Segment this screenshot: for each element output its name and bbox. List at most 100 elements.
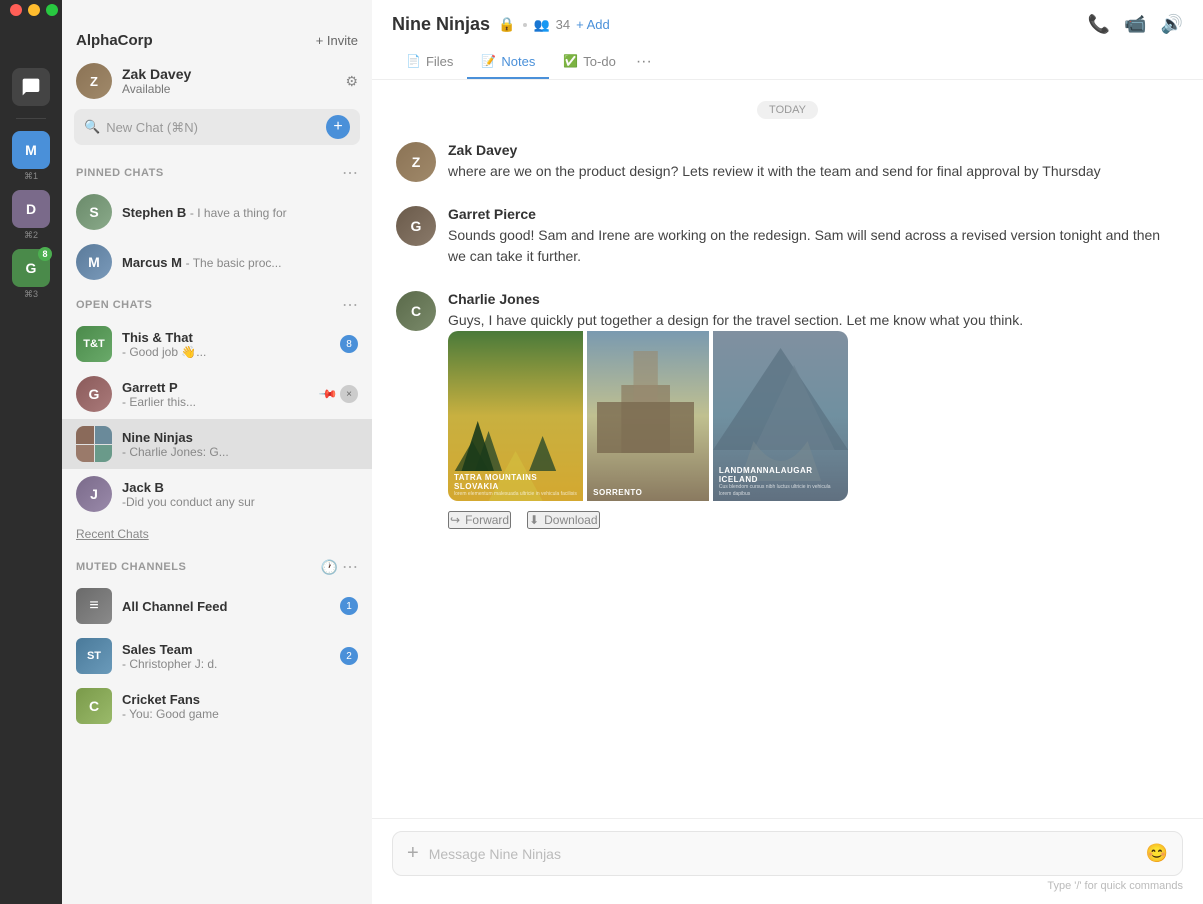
image-title-1: TATRA MOUNTAINS	[454, 473, 577, 482]
avatar: Z	[396, 142, 436, 182]
image-subtitle-1: SLOVAKIA	[454, 482, 577, 491]
workspace-1[interactable]: M ⌘1	[12, 131, 50, 182]
chat-preview: - Earlier this...	[122, 395, 311, 409]
user-avatar: Z	[76, 63, 112, 99]
download-button[interactable]: ⬇ Download	[527, 511, 599, 529]
avatar: J	[76, 476, 112, 512]
list-item[interactable]: S Stephen B - I have a thing for	[62, 187, 372, 237]
message-text: Sounds good! Sam and Irene are working o…	[448, 225, 1179, 267]
date-label: TODAY	[757, 101, 818, 119]
muted-channels-actions: 🕐 ⋯	[321, 557, 358, 577]
message-actions: ↪ Forward ⬇ Download	[448, 511, 1179, 529]
settings-gear-icon[interactable]: ⚙	[345, 73, 358, 90]
add-attachment-button[interactable]: +	[407, 842, 419, 865]
pinned-chats-more[interactable]: ⋯	[342, 163, 358, 183]
chat-content: Stephen B - I have a thing for	[122, 205, 358, 220]
message-content: Zak Davey where are we on the product de…	[448, 142, 1179, 182]
workspace-3[interactable]: G 8 ⌘3	[12, 249, 50, 300]
todo-tab-icon: ✅	[563, 54, 578, 68]
avatar: C	[396, 291, 436, 331]
image-collage: TATRA MOUNTAINS SLOVAKIA lorem elementum…	[448, 331, 848, 501]
list-item[interactable]: ≡ All Channel Feed 1	[62, 581, 372, 631]
recent-chats-link[interactable]: Recent Chats	[62, 519, 372, 549]
avatar: ≡	[76, 588, 112, 624]
chat-content: All Channel Feed	[122, 599, 330, 614]
list-item[interactable]: Nine Ninjas - Charlie Jones: G...	[62, 419, 372, 469]
input-area: + 😊 Type '/' for quick commands	[372, 818, 1203, 904]
message-input[interactable]	[429, 846, 1136, 862]
tab-files[interactable]: 📄 Files	[392, 45, 467, 79]
message-content: Garret Pierce Sounds good! Sam and Irene…	[448, 206, 1179, 267]
list-item[interactable]: T&T This & That - Good job 👋... 8	[62, 319, 372, 369]
pinned-chats-title: PINNED CHATS	[76, 167, 164, 179]
chat-preview: - Good job 👋...	[122, 345, 330, 359]
message-sender: Charlie Jones	[448, 291, 1179, 307]
table-row: Z Zak Davey where are we on the product …	[396, 142, 1179, 182]
open-chats-more[interactable]: ⋯	[342, 295, 358, 315]
message-content: Charlie Jones Guys, I have quickly put t…	[448, 291, 1179, 529]
image-overlay-2: SORRENTO	[587, 482, 709, 501]
chat-name: Jack B	[122, 480, 358, 495]
image-overlay-3: LANDMANNALAUGAR ICELAND Cus blendom curs…	[713, 460, 848, 501]
search-bar: 🔍 +	[74, 109, 360, 145]
tab-notes[interactable]: 📝 Notes	[467, 45, 549, 79]
traffic-light-close[interactable]	[10, 4, 22, 16]
muted-channels-header: MUTED CHANNELS 🕐 ⋯	[62, 549, 372, 581]
chat-content: Cricket Fans - You: Good game	[122, 692, 358, 721]
chat-name: Nine Ninjas	[122, 430, 358, 445]
forward-icon: ↪	[450, 513, 460, 527]
list-item[interactable]: ST Sales Team - Christopher J: d. 2	[62, 631, 372, 681]
search-icon: 🔍	[84, 119, 100, 135]
chat-name: This & That	[122, 330, 330, 345]
workspace-2[interactable]: D ⌘2	[12, 190, 50, 241]
close-chat-button[interactable]: ×	[340, 385, 358, 403]
chat-name: Garrett P	[122, 380, 311, 395]
image-title-3b: ICELAND	[719, 475, 842, 484]
voice-call-icon[interactable]: 📞	[1088, 14, 1110, 35]
invite-button[interactable]: + Invite	[316, 33, 358, 48]
chat-content: Sales Team - Christopher J: d.	[122, 642, 330, 671]
message-text: where are we on the product design? Lets…	[448, 161, 1179, 182]
add-member-button[interactable]: + Add	[576, 17, 610, 32]
tabs-more-button[interactable]: ···	[630, 45, 658, 79]
video-call-icon[interactable]: 📹	[1124, 14, 1146, 35]
avatar: M	[76, 244, 112, 280]
download-icon: ⬇	[529, 513, 539, 527]
tab-todo[interactable]: ✅ To-do	[549, 45, 629, 79]
message-text: Guys, I have quickly put together a desi…	[448, 310, 1179, 331]
image-desc-3: Cus blendom cursus nibh luctus ultricie …	[719, 484, 842, 497]
avatar: S	[76, 194, 112, 230]
list-item[interactable]: M Marcus M - The basic proc...	[62, 237, 372, 287]
tab-files-label: Files	[426, 54, 453, 69]
workspace-name: AlphaCorp	[76, 32, 153, 49]
audio-icon[interactable]: 🔊	[1161, 14, 1183, 35]
chat-content: Nine Ninjas - Charlie Jones: G...	[122, 430, 358, 459]
search-input[interactable]	[106, 120, 318, 135]
chat-badge: 8	[340, 335, 358, 353]
workspace-3-badge: 8	[38, 247, 52, 261]
open-chats-title: OPEN CHATS	[76, 299, 152, 311]
chat-name: Cricket Fans	[122, 692, 358, 707]
forward-label: Forward	[465, 513, 509, 527]
muted-clock-icon[interactable]: 🕐	[321, 559, 338, 576]
avatar: G	[76, 376, 112, 412]
add-chat-button[interactable]: +	[326, 115, 350, 139]
chat-item-actions: 📌 ×	[321, 385, 358, 403]
traffic-light-minimize[interactable]	[28, 4, 40, 16]
date-divider: TODAY	[396, 100, 1179, 118]
emoji-button[interactable]: 😊	[1146, 843, 1168, 864]
traffic-light-fullscreen[interactable]	[46, 4, 58, 16]
list-item[interactable]: G Garrett P - Earlier this... 📌 ×	[62, 369, 372, 419]
nav-messages-icon[interactable]	[12, 68, 50, 106]
muted-more-icon[interactable]: ⋯	[342, 557, 358, 577]
list-item[interactable]: J Jack B -Did you conduct any sur	[62, 469, 372, 519]
forward-button[interactable]: ↪ Forward	[448, 511, 511, 529]
icon-bar: M ⌘1 D ⌘2 G 8 ⌘3	[0, 0, 62, 904]
message-sender: Garret Pierce	[448, 206, 1179, 222]
list-item[interactable]: C Cricket Fans - You: Good game	[62, 681, 372, 731]
chat-header-actions: 📞 📹 🔊	[1088, 14, 1183, 35]
tab-todo-label: To-do	[583, 54, 616, 69]
chat-preview: - You: Good game	[122, 707, 358, 721]
open-chats-header: OPEN CHATS ⋯	[62, 287, 372, 319]
chat-name: All Channel Feed	[122, 599, 330, 614]
